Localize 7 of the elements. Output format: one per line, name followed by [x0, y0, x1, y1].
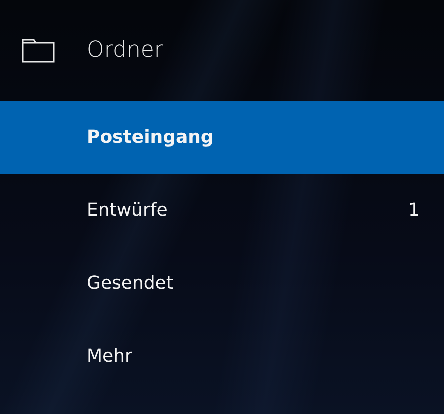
folder-icon	[22, 38, 55, 62]
pane-title: Ordner	[87, 38, 164, 63]
folder-item[interactable]: Entwürfe 1	[0, 174, 444, 247]
unread-count: 1	[408, 200, 420, 221]
folder-item[interactable]: Posteingang	[0, 101, 444, 174]
folder-item[interactable]: Mehr	[0, 320, 444, 393]
folder-item[interactable]: Gesendet	[0, 247, 444, 320]
